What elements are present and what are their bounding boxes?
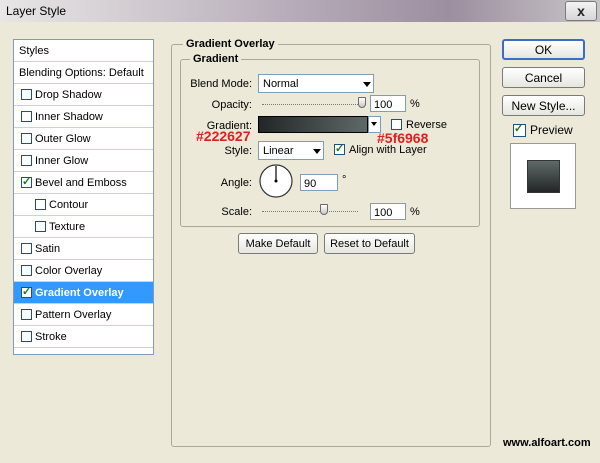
styles-list: Styles Blending Options: Default Drop Shad…: [13, 39, 154, 355]
opacity-input[interactable]: 100: [370, 95, 406, 112]
sidebar-item-stroke[interactable]: Stroke: [14, 326, 153, 348]
opacity-slider-track[interactable]: [262, 104, 366, 106]
style-label: Style:: [224, 145, 252, 157]
new-style-button[interactable]: New Style...: [502, 95, 585, 116]
sidebar-item-outer-glow[interactable]: Outer Glow: [14, 128, 153, 150]
title-bar[interactable]: Layer Style x: [0, 0, 600, 22]
cancel-button[interactable]: Cancel: [502, 67, 585, 88]
style-preview: [510, 143, 576, 209]
style-value: Linear: [263, 145, 294, 157]
preview-label: Preview: [530, 123, 573, 137]
scale-unit: %: [410, 206, 420, 218]
scale-value: 100: [374, 207, 393, 219]
opacity-slider-thumb[interactable]: [358, 97, 366, 108]
sidebar-checkbox-satin[interactable]: [21, 243, 32, 254]
ok-button[interactable]: OK: [502, 39, 585, 60]
window-title: Layer Style: [6, 4, 67, 18]
close-button[interactable]: x: [565, 1, 597, 21]
opacity-unit: %: [410, 98, 420, 110]
sidebar-item-label: Satin: [35, 243, 61, 255]
sidebar-item-label: Pattern Overlay: [35, 309, 112, 321]
scale-slider-track[interactable]: [262, 211, 358, 213]
preview-swatch: [527, 160, 560, 193]
sidebar-checkbox-color-overlay[interactable]: [21, 265, 32, 276]
sidebar-checkbox-inner-shadow[interactable]: [21, 111, 32, 122]
gradient-overlay-title: Gradient Overlay: [183, 38, 278, 50]
sidebar-checkbox-inner-glow[interactable]: [21, 155, 32, 166]
sidebar-checkbox-pattern-overlay[interactable]: [21, 309, 32, 320]
sidebar-item-label: Drop Shadow: [35, 89, 102, 101]
sidebar-item-contour[interactable]: Contour: [14, 194, 153, 216]
sidebar-item-blending-options-default[interactable]: Blending Options: Default: [14, 62, 153, 84]
sidebar-checkbox-texture[interactable]: [35, 221, 46, 232]
sidebar-checkbox-contour[interactable]: [35, 199, 46, 210]
annotation-start-color: #222627: [196, 128, 251, 144]
reverse-checkbox[interactable]: [391, 119, 402, 130]
make-default-button[interactable]: Make Default: [238, 233, 318, 254]
sidebar-item-label: Inner Glow: [35, 155, 89, 167]
opacity-value: 100: [374, 99, 393, 111]
sidebar-item-inner-glow[interactable]: Inner Glow: [14, 150, 153, 172]
sidebar-item-drop-shadow[interactable]: Drop Shadow: [14, 84, 153, 106]
sidebar-item-gradient-overlay[interactable]: Gradient Overlay: [14, 282, 153, 304]
sidebar-checkbox-drop-shadow[interactable]: [21, 89, 32, 100]
angle-label: Angle:: [220, 177, 252, 189]
sidebar-item-label: Texture: [49, 221, 86, 233]
layer-style-dialog: Layer Style x Styles Blending Options: De…: [0, 0, 600, 463]
chevron-down-icon: [313, 149, 321, 154]
sidebar-item-pattern-overlay[interactable]: Pattern Overlay: [14, 304, 153, 326]
sidebar-checkbox-gradient-overlay[interactable]: [21, 285, 32, 298]
sidebar-item-bevel-and-emboss[interactable]: Bevel and Emboss: [14, 172, 153, 194]
opacity-label: Opacity:: [211, 99, 252, 111]
sidebar-item-satin[interactable]: Satin: [14, 238, 153, 260]
scale-label: Scale:: [221, 206, 252, 218]
chevron-down-icon: [371, 122, 377, 126]
sidebar-item-color-overlay[interactable]: Color Overlay: [14, 260, 153, 282]
sidebar-item-label: Styles: [19, 45, 49, 57]
angle-dial[interactable]: [258, 163, 294, 199]
blend-mode-value: Normal: [263, 78, 299, 90]
watermark-text: www.alfoart.com: [503, 437, 591, 449]
sidebar-checkbox-bevel-and-emboss[interactable]: [21, 175, 32, 188]
close-icon: x: [577, 3, 585, 19]
align-with-layer-checkbox[interactable]: [334, 142, 345, 155]
sidebar-item-label: Gradient Overlay: [35, 287, 124, 299]
scale-input[interactable]: 100: [370, 203, 406, 220]
align-with-layer-label: Align with Layer: [349, 144, 427, 156]
sidebar-item-label: Bevel and Emboss: [35, 177, 127, 189]
angle-input[interactable]: 90: [300, 174, 338, 191]
gradient-picker[interactable]: [258, 116, 368, 133]
sidebar-item-texture[interactable]: Texture: [14, 216, 153, 238]
angle-value: 90: [304, 178, 317, 190]
sidebar-item-label: Color Overlay: [35, 265, 103, 277]
angle-unit: °: [342, 174, 347, 186]
reset-to-default-button[interactable]: Reset to Default: [324, 233, 415, 254]
sidebar-item-label: Contour: [49, 199, 89, 211]
chevron-down-icon: [363, 82, 371, 87]
sidebar-checkbox-outer-glow[interactable]: [21, 133, 32, 144]
sidebar-item-label: Blending Options: Default: [19, 67, 144, 79]
style-select[interactable]: Linear: [258, 141, 324, 160]
preview-checkbox[interactable]: [513, 122, 526, 137]
sidebar-item-label: Inner Shadow: [35, 111, 103, 123]
gradient-group-title: Gradient: [190, 53, 242, 65]
sidebar-item-styles[interactable]: Styles: [14, 40, 153, 62]
blend-mode-select[interactable]: Normal: [258, 74, 374, 93]
sidebar-item-label: Stroke: [35, 331, 67, 343]
sidebar-item-inner-shadow[interactable]: Inner Shadow: [14, 106, 153, 128]
blend-mode-label: Blend Mode:: [190, 78, 252, 90]
scale-slider-thumb[interactable]: [320, 204, 329, 215]
sidebar-checkbox-stroke[interactable]: [21, 331, 32, 342]
sidebar-item-label: Outer Glow: [35, 133, 91, 145]
